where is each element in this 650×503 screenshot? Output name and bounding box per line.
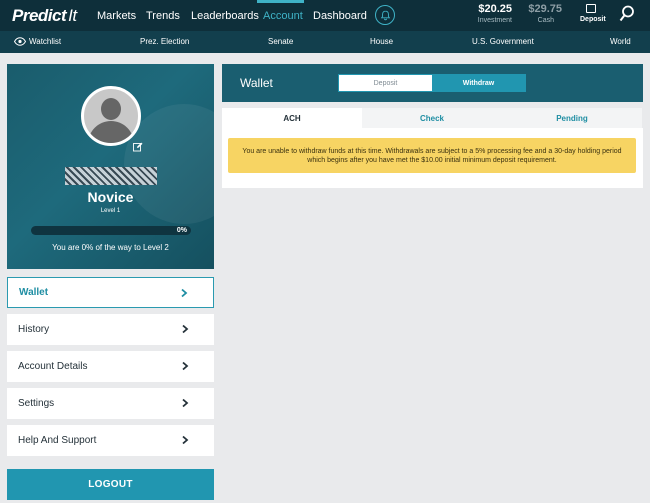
chevron-right-icon xyxy=(182,361,189,371)
tab-check[interactable]: Check xyxy=(362,108,502,128)
subnav-world[interactable]: World xyxy=(610,37,631,46)
logout-button[interactable]: LOGOUT xyxy=(7,469,214,500)
bell-icon xyxy=(380,10,390,20)
investment-amount[interactable]: $20.25 xyxy=(478,3,512,15)
nav-active-indicator xyxy=(257,0,304,3)
withdraw-method-tabs: ACH Check Pending xyxy=(222,108,643,128)
subnav-house[interactable]: House xyxy=(370,37,393,46)
category-navbar: Watchlist Prez. Election Senate House U.… xyxy=(0,31,650,53)
nav-dashboard[interactable]: Dashboard xyxy=(313,10,367,22)
nav-markets[interactable]: Markets xyxy=(97,10,136,22)
progress-text: You are 0% of the way to Level 2 xyxy=(52,243,169,252)
tab-ach[interactable]: ACH xyxy=(222,108,362,128)
withdraw-toggle-button[interactable]: Withdraw xyxy=(432,75,525,91)
cash-label: Cash xyxy=(537,17,554,24)
chevron-right-icon xyxy=(181,288,188,298)
menu-item-help-and-support[interactable]: Help And Support xyxy=(7,425,214,456)
nav-account[interactable]: Account xyxy=(263,10,303,22)
tab-pending[interactable]: Pending xyxy=(502,108,642,128)
profile-card: Novice Level 1 0% You are 0% of the way … xyxy=(7,64,214,269)
subnav-prez-election[interactable]: Prez. Election xyxy=(140,37,189,46)
edit-icon[interactable] xyxy=(133,142,143,152)
rank-title: Novice xyxy=(87,189,134,205)
investment-label: Investment xyxy=(477,17,512,24)
predictit-logo[interactable]: Predict It xyxy=(12,6,77,26)
wallet-icon[interactable] xyxy=(586,4,596,13)
level-progress-bar: 0% xyxy=(31,226,191,235)
avatar[interactable] xyxy=(81,86,141,146)
withdraw-notice: You are unable to withdraw funds at this… xyxy=(228,138,636,173)
subnav-watchlist[interactable]: Watchlist xyxy=(29,37,61,46)
menu-item-history[interactable]: History xyxy=(7,314,214,345)
chevron-right-icon xyxy=(182,435,189,445)
cash-amount[interactable]: $29.75 xyxy=(528,3,562,15)
menu-item-wallet[interactable]: Wallet xyxy=(7,277,214,308)
wallet-title: Wallet xyxy=(240,76,273,90)
level-label: Level 1 xyxy=(100,208,121,214)
menu-item-account-details[interactable]: Account Details xyxy=(7,351,214,382)
subnav-us-government[interactable]: U.S. Government xyxy=(472,37,534,46)
eye-icon xyxy=(14,37,26,46)
chevron-right-icon xyxy=(182,324,189,334)
deposit-withdraw-toggle: Deposit Withdraw xyxy=(338,74,526,92)
top-navbar: Predict It Markets Trends Leaderboards Ac… xyxy=(0,0,650,31)
menu-item-settings[interactable]: Settings xyxy=(7,388,214,419)
username-badge xyxy=(65,167,157,185)
notifications-button[interactable] xyxy=(375,5,395,25)
subnav-senate[interactable]: Senate xyxy=(268,37,293,46)
progress-percent: 0% xyxy=(176,227,187,234)
nav-trends[interactable]: Trends xyxy=(146,10,180,22)
deposit-link[interactable]: Deposit xyxy=(580,16,606,23)
search-icon[interactable] xyxy=(619,5,635,23)
nav-leaderboards[interactable]: Leaderboards xyxy=(191,10,259,22)
wallet-header: Wallet Deposit Withdraw xyxy=(222,64,643,102)
chevron-right-icon xyxy=(182,398,189,408)
deposit-toggle-button[interactable]: Deposit xyxy=(339,75,432,91)
